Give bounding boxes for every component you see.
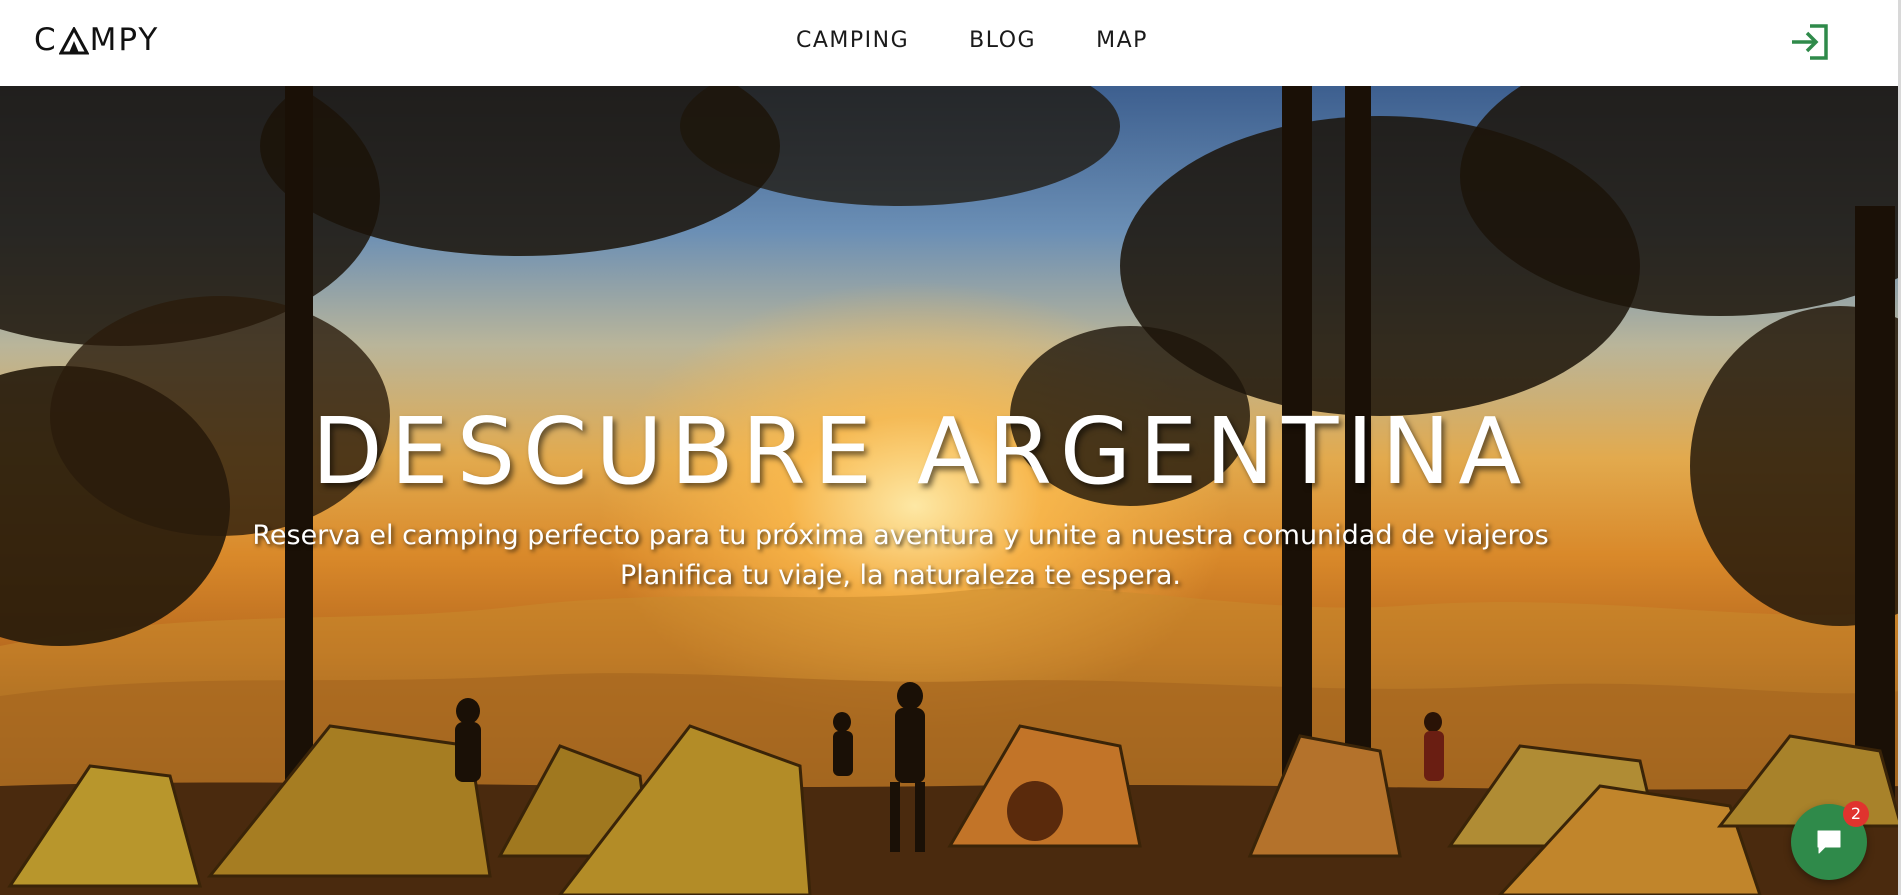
login-button[interactable] [1788,22,1832,62]
site-header: C MPY CAMPING BLOG MAP [0,0,1901,86]
logo-tent-icon [58,27,89,55]
hero-subtitle-line-2: Planifica tu viaje, la naturaleza te esp… [620,560,1181,591]
logo-text-end: MPY [89,22,160,58]
login-arrow-icon [1792,24,1828,60]
hero-title: DESCUBRE ARGENTINA [311,398,1530,505]
campy-logo[interactable]: C MPY [34,22,159,58]
logo-text-start: C [34,22,58,58]
hero-subtitle-line-1: Reserva el camping perfecto para tu próx… [252,520,1549,551]
chat-notification-badge: 2 [1843,801,1869,827]
nav-blog[interactable]: BLOG [969,26,1036,56]
nav-map[interactable]: MAP [1096,26,1148,56]
chat-bubble-icon [1817,830,1841,854]
hero-banner: DESCUBRE ARGENTINA Reserva el camping pe… [0,86,1901,895]
main-nav: CAMPING BLOG MAP [796,26,1208,56]
nav-camping[interactable]: CAMPING [796,26,909,56]
